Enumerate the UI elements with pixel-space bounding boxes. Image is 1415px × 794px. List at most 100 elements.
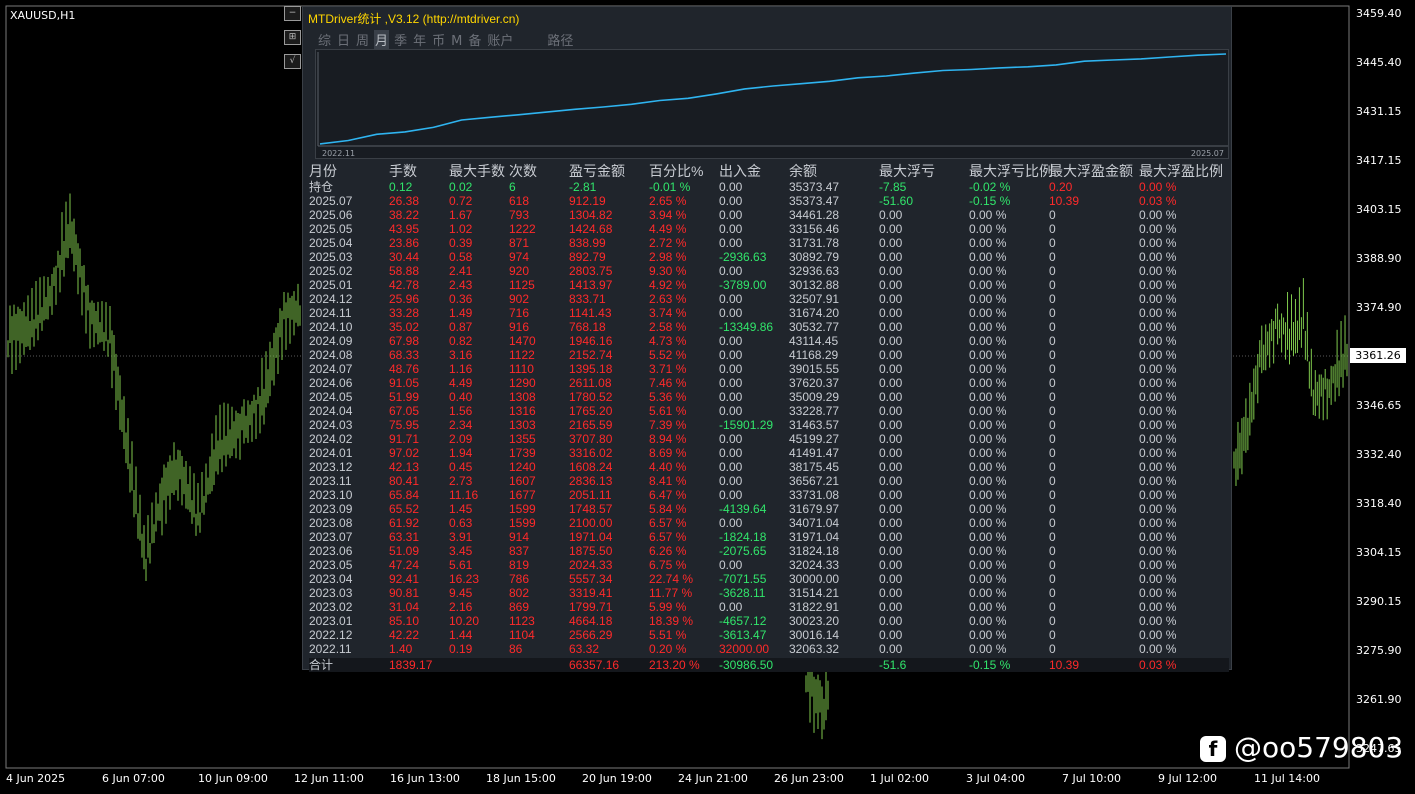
cell: 1946.16	[569, 334, 613, 348]
cell: 0.00 %	[1139, 334, 1177, 348]
tab-1[interactable]: 日	[336, 30, 351, 49]
tab-2[interactable]: 周	[355, 30, 370, 49]
cell: 66357.16	[569, 658, 620, 672]
tab-6[interactable]: 币	[431, 30, 446, 49]
cell: 30023.20	[789, 614, 840, 628]
table-row: 2024.02 91.71 2.09 1355 3707.80 8.94 % 0.00 451…	[309, 432, 1229, 446]
cell: 2024.09	[309, 334, 353, 348]
cell: 0.00 %	[1139, 474, 1177, 488]
cell: 2024.03	[309, 418, 353, 432]
cell: 974	[509, 250, 530, 264]
cell: 51.99	[389, 390, 420, 404]
cell: 0.00 %	[969, 292, 1007, 306]
cell: 902	[509, 292, 530, 306]
cell: 5.61	[449, 558, 473, 572]
cell: 67.05	[389, 404, 420, 418]
watermark: f @oo579803	[1200, 731, 1403, 764]
cell: 0.00 %	[969, 404, 1007, 418]
cell: 22.74 %	[649, 572, 694, 586]
cell: 2024.08	[309, 348, 353, 362]
grid-toggle-button[interactable]: ⊞	[284, 30, 301, 45]
cell: 0	[1049, 460, 1056, 474]
cell: 0.00 %	[969, 320, 1007, 334]
cell: 0.00	[879, 250, 903, 264]
cell: 0.00 %	[969, 432, 1007, 446]
tab-10[interactable]: 路径	[546, 30, 574, 49]
cell: 0	[1049, 516, 1056, 530]
cell: 0.00 %	[969, 614, 1007, 628]
cell: 0.00 %	[1139, 208, 1177, 222]
cell: 0.00 %	[1139, 614, 1177, 628]
cell: -3613.47	[719, 628, 767, 642]
cell: 0	[1049, 586, 1056, 600]
cell: 0.00	[879, 502, 903, 516]
cell: 0.02	[449, 180, 473, 194]
tab-9[interactable]: 账户	[486, 30, 514, 49]
cell: 45199.27	[789, 432, 840, 446]
table-row: 2024.01 97.02 1.94 1739 3316.02 8.69 % 0.00 414…	[309, 446, 1229, 460]
minimize-panel-button[interactable]: −	[284, 6, 301, 21]
cell: 0.00	[719, 194, 743, 208]
time-tick-label: 10 Jun 09:00	[198, 772, 268, 785]
cell: 0.00 %	[1139, 572, 1177, 586]
tab-8[interactable]: 备	[467, 30, 482, 49]
cell: 1607	[509, 474, 536, 488]
cell: 2024.01	[309, 446, 353, 460]
tab-3[interactable]: 月	[374, 30, 390, 49]
cell: 0	[1049, 628, 1056, 642]
cell: 1395.18	[569, 362, 613, 376]
cell: 0.00	[719, 432, 743, 446]
time-tick-label: 26 Jun 23:00	[774, 772, 844, 785]
cell: 0.00 %	[969, 502, 1007, 516]
cell: 4.73 %	[649, 334, 687, 348]
cell: 0	[1049, 222, 1056, 236]
cell: 5.61 %	[649, 404, 687, 418]
tab-0[interactable]: 综	[317, 30, 332, 49]
cell: 16.23	[449, 572, 480, 586]
cell: 0.00 %	[969, 530, 1007, 544]
cell: 0.00 %	[969, 362, 1007, 376]
cell: 31824.18	[789, 544, 840, 558]
cell: 35373.47	[789, 194, 840, 208]
cell: 0.00 %	[1139, 628, 1177, 642]
cell: 4.92 %	[649, 278, 687, 292]
cell: -3628.11	[719, 586, 766, 600]
cell: 0	[1049, 376, 1056, 390]
cell: 1290	[509, 376, 536, 390]
current-price-label: 3361.26	[1350, 348, 1406, 363]
cell: 32000.00	[719, 642, 770, 656]
tab-5[interactable]: 年	[412, 30, 427, 49]
table-row: 2023.08 61.92 0.63 1599 2100.00 6.57 % 0.00 340…	[309, 516, 1229, 530]
tab-4[interactable]: 季	[393, 30, 408, 49]
cell: 0.00	[879, 558, 903, 572]
tab-7[interactable]: M	[450, 34, 463, 49]
cell: 33.28	[389, 306, 420, 320]
cell: 0	[1049, 390, 1056, 404]
cell: 0.00	[719, 376, 743, 390]
cell: 0.00	[719, 264, 743, 278]
cell: 0	[1049, 348, 1056, 362]
cell: 5557.34	[569, 572, 613, 586]
cell: 2024.33	[569, 558, 613, 572]
cell: -2.81	[569, 180, 597, 194]
cell: 2023.10	[309, 488, 353, 502]
cell: 0.00 %	[969, 264, 1007, 278]
time-tick-label: 20 Jun 19:00	[582, 772, 652, 785]
cell: 3.74 %	[649, 306, 687, 320]
cell: 1123	[509, 614, 535, 628]
cell: 65.52	[389, 502, 420, 516]
cell: 0.00 %	[1139, 348, 1177, 362]
cell: 3707.80	[569, 432, 613, 446]
table-row: 2024.05 51.99 0.40 1308 1780.52 5.36 % 0.00 350…	[309, 390, 1229, 404]
cell: 6.47 %	[649, 488, 687, 502]
cell: 0.00 %	[1139, 222, 1177, 236]
cell: 51.09	[389, 544, 420, 558]
cell: 0.03 %	[1139, 194, 1177, 208]
cell: 1104	[509, 628, 535, 642]
check-button[interactable]: √	[284, 54, 301, 69]
cell: 5.52 %	[649, 348, 687, 362]
price-tick-label: 3261.90	[1356, 693, 1402, 706]
cell: 1355	[509, 432, 536, 446]
cell: 2025.07	[309, 194, 353, 208]
price-tick-label: 3403.15	[1356, 203, 1402, 216]
